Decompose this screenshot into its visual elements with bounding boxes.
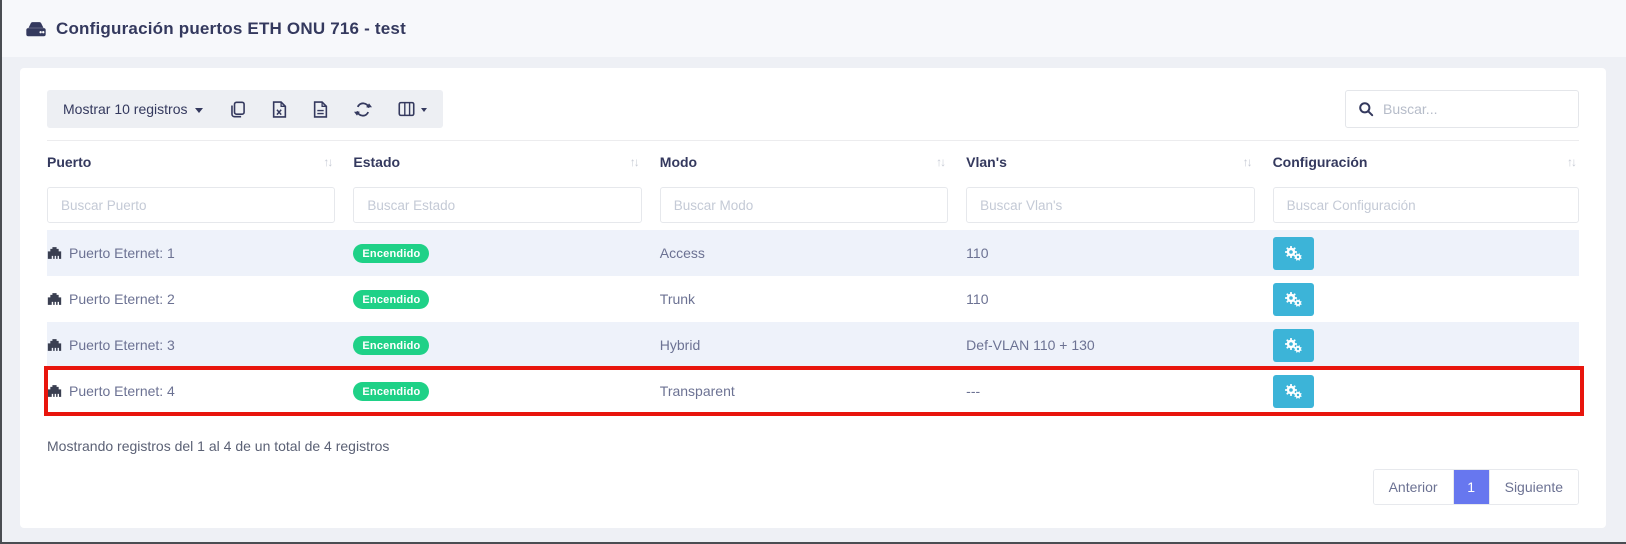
sort-icon[interactable]: ↑↓: [1567, 155, 1575, 169]
port-name: Puerto Eternet: 3: [69, 337, 175, 353]
filter-vlans-input[interactable]: [966, 187, 1254, 223]
sort-icon[interactable]: ↑↓: [630, 155, 638, 169]
port-name: Puerto Eternet: 1: [69, 245, 175, 261]
length-menu-dropdown[interactable]: Mostrar 10 registros: [63, 101, 203, 117]
copy-icon[interactable]: [229, 101, 246, 118]
filter-estado-input[interactable]: [353, 187, 641, 223]
configure-port-button[interactable]: [1273, 237, 1314, 270]
configure-port-button[interactable]: [1273, 329, 1314, 362]
page-header: Configuración puertos ETH ONU 716 - test: [0, 0, 1626, 57]
mode-value: Trunk: [660, 291, 695, 307]
table-filter-row: [47, 182, 1579, 230]
table-header-row: Puerto ↑↓ Estado ↑↓ Modo ↑↓ Vlan's ↑↓ Config…: [47, 141, 1579, 183]
pagination-previous-button[interactable]: Anterior: [1374, 470, 1453, 504]
configure-port-button[interactable]: [1273, 375, 1314, 408]
vlan-value: 110: [966, 291, 988, 307]
column-label: Configuración: [1273, 154, 1368, 170]
port-name: Puerto Eternet: 4: [69, 383, 175, 399]
column-header-estado[interactable]: Estado ↑↓: [353, 141, 659, 183]
column-header-modo[interactable]: Modo ↑↓: [660, 141, 966, 183]
column-label: Modo: [660, 154, 697, 170]
pagination-next-button[interactable]: Siguiente: [1489, 470, 1578, 504]
table-row-port-2: Puerto Eternet: 2 Encendido Trunk 110: [47, 276, 1579, 322]
search-input[interactable]: [1383, 101, 1566, 117]
chevron-down-icon: [195, 108, 203, 113]
status-badge: Encendido: [353, 244, 429, 263]
filter-modo-input[interactable]: [660, 187, 948, 223]
vlan-value: Def-VLAN 110 + 130: [966, 337, 1095, 353]
column-label: Vlan's: [966, 154, 1007, 170]
mode-value: Transparent: [660, 383, 735, 399]
column-label: Estado: [353, 154, 400, 170]
table-row-port-4: Puerto Eternet: 4 Encendido Transparent …: [47, 368, 1579, 414]
vlan-value: ---: [966, 383, 980, 399]
table-row-port-3: Puerto Eternet: 3 Encendido Hybrid Def-V…: [47, 322, 1579, 368]
pagination-page-1-button[interactable]: 1: [1453, 470, 1489, 504]
port-name: Puerto Eternet: 2: [69, 291, 175, 307]
column-header-puerto[interactable]: Puerto ↑↓: [47, 141, 353, 183]
length-menu-label: Mostrar 10 registros: [63, 101, 187, 117]
configure-port-button[interactable]: [1273, 283, 1314, 316]
hdd-icon: [25, 20, 47, 38]
records-info: Mostrando registros del 1 al 4 de un tot…: [47, 438, 1579, 454]
cogs-icon: [1283, 244, 1303, 262]
table-row-port-1: Puerto Eternet: 1 Encendido Access 110: [47, 230, 1579, 276]
ethernet-icon: [47, 246, 62, 260]
page-title-text: Configuración puertos ETH ONU 716 - test: [56, 19, 406, 39]
cogs-icon: [1283, 336, 1303, 354]
column-header-configuracion[interactable]: Configuración ↑↓: [1273, 141, 1579, 183]
global-search: [1345, 90, 1579, 128]
cogs-icon: [1283, 290, 1303, 308]
sort-icon[interactable]: ↑↓: [936, 155, 944, 169]
filter-puerto-input[interactable]: [47, 187, 335, 223]
datatable-toolbar: Mostrar 10 registros: [47, 90, 1579, 128]
vlan-value: 110: [966, 245, 988, 261]
mode-value: Access: [660, 245, 705, 261]
status-badge: Encendido: [353, 336, 429, 355]
mode-value: Hybrid: [660, 337, 700, 353]
filter-configuracion-input[interactable]: [1273, 187, 1579, 223]
search-icon: [1358, 101, 1374, 117]
chevron-down-icon: [421, 108, 427, 112]
excel-export-icon[interactable]: [272, 101, 287, 118]
column-visibility-icon: [398, 101, 415, 117]
column-label: Puerto: [47, 154, 91, 170]
cogs-icon: [1283, 382, 1303, 400]
ethernet-icon: [47, 384, 62, 398]
file-export-icon[interactable]: [313, 101, 328, 118]
table-card: Mostrar 10 registros: [20, 68, 1606, 528]
ports-table-wrap: Puerto ↑↓ Estado ↑↓ Modo ↑↓ Vlan's ↑↓ Config…: [47, 140, 1579, 414]
status-badge: Encendido: [353, 382, 429, 401]
window-edge-left: [0, 0, 2, 544]
status-badge: Encendido: [353, 290, 429, 309]
ports-table: Puerto ↑↓ Estado ↑↓ Modo ↑↓ Vlan's ↑↓ Config…: [47, 140, 1579, 414]
ethernet-icon: [47, 292, 62, 306]
column-visibility-dropdown[interactable]: [398, 101, 427, 117]
page-title: Configuración puertos ETH ONU 716 - test: [25, 19, 406, 39]
column-header-vlans[interactable]: Vlan's ↑↓: [966, 141, 1272, 183]
sort-icon[interactable]: ↑↓: [323, 155, 331, 169]
refresh-icon[interactable]: [354, 101, 372, 118]
datatable-buttons-bar: Mostrar 10 registros: [47, 90, 443, 128]
sort-icon[interactable]: ↑↓: [1243, 155, 1251, 169]
pagination: Anterior 1 Siguiente: [47, 469, 1579, 505]
ethernet-icon: [47, 338, 62, 352]
